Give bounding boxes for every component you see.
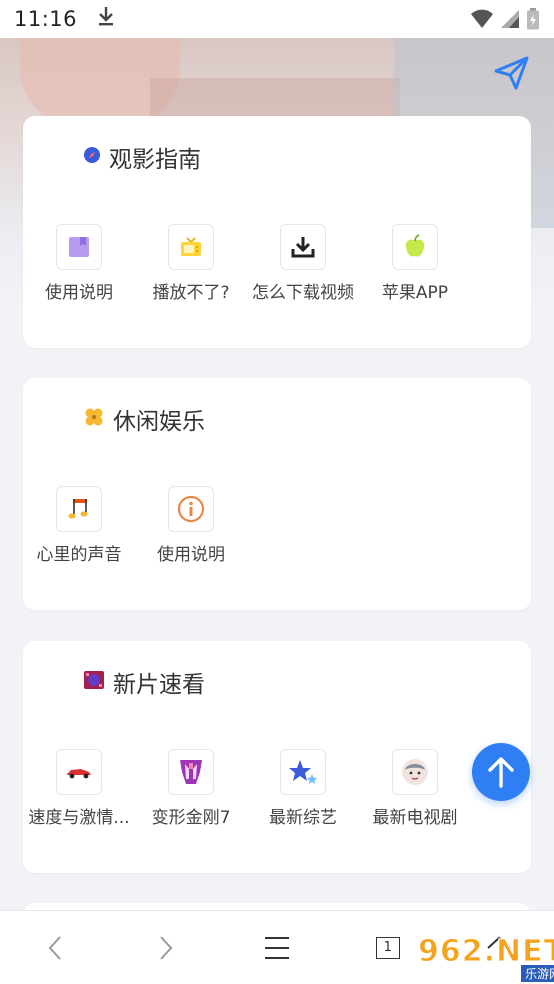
grid-item-cannot-play[interactable]: 播放不了? xyxy=(135,224,247,303)
section-header: 新片速看 xyxy=(83,665,205,699)
item-label: 变形金刚7 xyxy=(151,808,231,828)
grid-item-usage-2[interactable]: 使用说明 xyxy=(135,486,247,565)
section-card-guide: 观影指南 使用说明 播放不了? 怎么下载视频 苹果APP xyxy=(23,116,531,348)
grid-item-tv-series[interactable]: 最新电视剧 xyxy=(359,749,471,828)
apple-icon xyxy=(392,224,438,270)
back-button[interactable] xyxy=(0,911,111,984)
grid-item-transformers[interactable]: 变形金刚7 xyxy=(135,749,247,828)
film-icon xyxy=(83,670,105,694)
item-label: 怎么下载视频 xyxy=(252,283,354,303)
grid-item-variety[interactable]: 最新综艺 xyxy=(247,749,359,828)
grid-item-download[interactable]: 怎么下载视频 xyxy=(247,224,359,303)
info-icon xyxy=(168,486,214,532)
item-label: 最新综艺 xyxy=(269,808,337,828)
section-card-leisure: 休闲娱乐 心里的声音 使用说明 xyxy=(23,378,531,610)
download-status-icon xyxy=(97,5,115,33)
section-items: 使用说明 播放不了? 怎么下载视频 苹果APP xyxy=(23,224,531,303)
star-icon xyxy=(280,749,326,795)
section-items: 速度与激情... 变形金刚7 最新综艺 最新电视剧 xyxy=(23,749,531,828)
watermark-main: 962.NET xyxy=(417,934,554,970)
music-note-icon xyxy=(56,486,102,532)
grid-item-inner-voice[interactable]: 心里的声音 xyxy=(23,486,135,565)
grid-item-usage[interactable]: 使用说明 xyxy=(23,224,135,303)
section-title: 新片速看 xyxy=(113,672,205,698)
item-label: 播放不了? xyxy=(152,283,230,303)
section-header: 观影指南 xyxy=(83,140,201,174)
race-car-icon xyxy=(56,749,102,795)
chevron-right-icon xyxy=(160,935,173,960)
arrow-up-icon xyxy=(488,757,514,788)
status-time: 11:16 xyxy=(14,7,78,31)
item-label: 使用说明 xyxy=(157,545,225,565)
wifi-icon xyxy=(471,9,493,28)
section-card-new-films: 新片速看 速度与激情... 变形金刚7 最新综艺 最新电视剧 xyxy=(23,641,531,873)
status-bar: 11:16 xyxy=(0,0,554,38)
item-label: 最新电视剧 xyxy=(372,808,458,828)
section-header: 休闲娱乐 xyxy=(83,402,205,436)
download-icon xyxy=(280,224,326,270)
menu-icon xyxy=(264,936,289,959)
section-items: 心里的声音 使用说明 xyxy=(23,486,531,565)
item-label: 速度与激情... xyxy=(28,808,130,828)
section-title: 休闲娱乐 xyxy=(113,409,205,435)
battery-icon xyxy=(527,8,539,30)
watermark-sub: 乐游网 xyxy=(521,965,554,982)
transformers-icon xyxy=(168,749,214,795)
watermark-logo: 962.NET 乐游网 xyxy=(417,934,554,982)
tab-count: 1 xyxy=(375,936,400,959)
chevron-left-icon xyxy=(49,935,62,960)
send-icon[interactable] xyxy=(494,56,530,94)
avatar-icon xyxy=(392,749,438,795)
grid-item-apple-app[interactable]: 苹果APP xyxy=(359,224,471,303)
scroll-top-button[interactable] xyxy=(472,743,530,801)
grid-item-fast-furious[interactable]: 速度与激情... xyxy=(23,749,135,828)
item-label: 苹果APP xyxy=(381,283,449,303)
compass-icon xyxy=(83,146,101,168)
status-icons xyxy=(470,8,540,30)
signal-icon xyxy=(501,10,519,28)
item-label: 使用说明 xyxy=(45,283,113,303)
item-label: 心里的声音 xyxy=(36,545,122,565)
forward-button[interactable] xyxy=(111,911,222,984)
section-title: 观影指南 xyxy=(109,147,201,173)
menu-button[interactable] xyxy=(222,911,333,984)
tv-icon xyxy=(168,224,214,270)
bookmark-icon xyxy=(56,224,102,270)
clover-icon xyxy=(83,406,105,432)
